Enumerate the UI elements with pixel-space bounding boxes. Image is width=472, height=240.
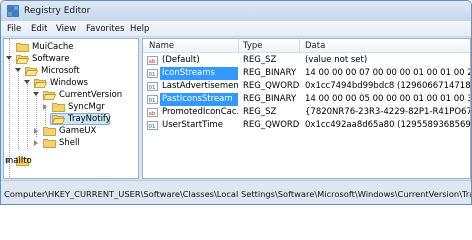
expand-arrow-icon[interactable]	[15, 68, 21, 72]
tree-item-mailto[interactable]: mailto	[4, 155, 138, 167]
expand-arrow-icon[interactable]	[6, 56, 12, 60]
folder-icon	[52, 103, 65, 112]
tree-item-label: CurrentVersion	[59, 90, 123, 100]
column-header-data[interactable]: Data	[305, 41, 325, 51]
value-row[interactable]: ab PromotedIconCac... REG_SZ {7820NR76-23R3…	[143, 106, 470, 119]
folder-icon	[43, 139, 56, 148]
menu-edit[interactable]: Edit	[31, 24, 47, 34]
status-bar: Computer\HKEY_CURRENT_USER\Software\Clas…	[1, 180, 472, 204]
folder-icon	[16, 43, 29, 52]
tree-item-label: MuiCache	[32, 42, 74, 52]
svg-text:01: 01	[149, 98, 156, 104]
value-name: PastIconsStream	[162, 94, 233, 104]
value-type: REG_SZ	[243, 107, 277, 117]
expand-arrow-icon[interactable]	[24, 80, 30, 84]
collapse-arrow-icon[interactable]	[34, 128, 38, 134]
tree-item-label: Shell	[59, 138, 80, 148]
column-header-name[interactable]: Name	[149, 41, 174, 51]
tree-item-software[interactable]: Software	[4, 53, 138, 65]
tree-item-microsoft[interactable]: Microsoft	[4, 65, 138, 77]
string-value-icon: ab	[147, 56, 158, 65]
value-type: REG_BINARY	[243, 68, 297, 78]
collapse-arrow-icon[interactable]	[34, 140, 38, 146]
key-tree[interactable]: MuiCache Software Microsoft Windows Curr…	[3, 38, 139, 179]
svg-text:01: 01	[149, 85, 156, 91]
column-header-type[interactable]: Type	[243, 41, 263, 51]
title-bar[interactable]: Registry Editor	[1, 1, 471, 21]
folder-open-icon	[52, 115, 65, 124]
tree-item-label: TrayNotify	[68, 114, 111, 124]
value-type: REG_SZ	[243, 55, 277, 65]
svg-text:ab: ab	[149, 59, 156, 65]
value-row[interactable]: 01 UserStartTime REG_QWORD 0x1cc492aa8d65a8…	[143, 119, 470, 132]
svg-text:01: 01	[149, 124, 156, 130]
folder-open-icon	[43, 91, 56, 100]
value-name: (Default)	[162, 55, 200, 65]
folder-open-icon	[25, 67, 38, 76]
string-value-icon: ab	[147, 108, 158, 117]
tree-item-traynotify[interactable]: TrayNotify	[4, 113, 138, 125]
menu-file[interactable]: File	[7, 24, 21, 34]
registry-editor-icon	[7, 5, 19, 17]
svg-text:ab: ab	[149, 111, 156, 117]
tree-item-label: Windows	[50, 78, 88, 88]
values-list[interactable]: Name Type Data ab (Default) REG_SZ (value n…	[142, 38, 471, 179]
tree-item-syncmgr[interactable]: SyncMgr	[4, 101, 138, 113]
value-type: REG_QWORD	[243, 81, 299, 91]
menu-favorites[interactable]: Favorites	[86, 24, 124, 34]
value-type: REG_QWORD	[243, 120, 299, 130]
menu-help[interactable]: Help	[130, 24, 149, 34]
window-title: Registry Editor	[24, 6, 91, 16]
tree-item-muicache[interactable]: MuiCache	[4, 41, 138, 53]
tree-item-label: Microsoft	[41, 66, 80, 76]
binary-value-icon: 01	[147, 95, 158, 104]
value-data: (value not set)	[305, 55, 368, 65]
tree-item-windows[interactable]: Windows	[4, 77, 138, 89]
tree-item-label: SyncMgr	[68, 102, 105, 112]
folder-open-icon	[16, 55, 29, 64]
status-path: Computer\HKEY_CURRENT_USER\Software\Clas…	[4, 189, 472, 199]
value-data: 0x1cc7494bd99bdc8 (129606671471853000)	[305, 81, 470, 91]
menu-bar: File Edit View Favorites Help	[1, 21, 471, 37]
list-header: Name Type Data	[143, 39, 470, 53]
value-data: 14 00 00 00 07 00 00 00 01 00 01 00 2b 0…	[305, 68, 470, 78]
value-row[interactable]: ab (Default) REG_SZ (value not set)	[143, 54, 470, 67]
value-name: PromotedIconCac...	[162, 107, 238, 117]
svg-text:01: 01	[149, 72, 156, 78]
folder-icon	[43, 127, 56, 136]
collapse-arrow-icon[interactable]	[43, 104, 47, 110]
value-data: 0x1cc492aa8d65a80 (129558936856976000)	[305, 120, 470, 130]
value-row[interactable]: 01 LastAdvertisement REG_QWORD 0x1cc7494bd9…	[143, 80, 470, 93]
tree-item-shell[interactable]: Shell	[4, 137, 138, 149]
tree-item-currentversion[interactable]: CurrentVersion	[4, 89, 138, 101]
binary-value-icon: 01	[147, 121, 158, 130]
registry-editor-window: Registry Editor File Edit View Favorites…	[0, 0, 472, 205]
binary-value-icon: 01	[147, 69, 158, 78]
value-row[interactable]: 01 PastIconsStream REG_BINARY 14 00 00 00 0…	[143, 93, 470, 106]
binary-value-icon: 01	[147, 82, 158, 91]
column-divider[interactable]	[238, 39, 239, 53]
value-name: LastAdvertisement	[162, 81, 238, 91]
tree-item-gameux[interactable]: GameUX	[4, 125, 138, 137]
value-name: UserStartTime	[162, 120, 223, 130]
value-name: IconStreams	[162, 68, 215, 78]
expand-arrow-icon[interactable]	[33, 92, 39, 96]
folder-open-icon	[34, 79, 47, 88]
tree-item-label: Software	[32, 54, 70, 64]
menu-view[interactable]: View	[56, 24, 76, 34]
value-data: {7820NR76-23R3-4229-82P1-R41PO67Q5(	[305, 107, 470, 117]
tree-item-label: mailto	[5, 156, 32, 166]
value-type: REG_BINARY	[243, 94, 297, 104]
value-data: 14 00 00 00 05 00 00 00 01 00 01 00 39 0…	[305, 94, 470, 104]
tree-item-label: GameUX	[59, 126, 97, 136]
column-divider[interactable]	[299, 39, 300, 53]
value-row[interactable]: 01 IconStreams REG_BINARY 14 00 00 00 07 00…	[143, 67, 470, 80]
